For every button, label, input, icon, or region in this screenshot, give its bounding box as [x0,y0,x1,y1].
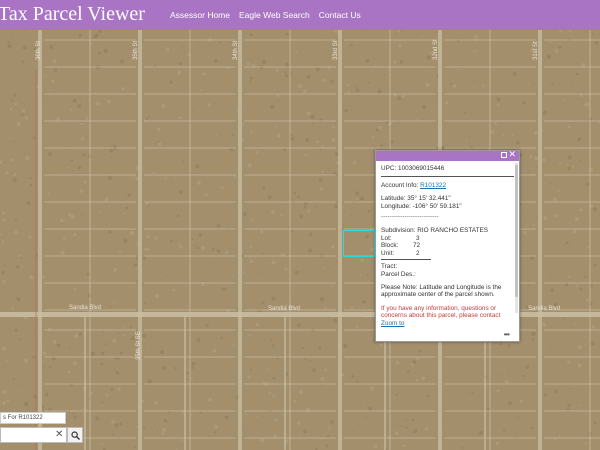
block-label: Block: [381,242,399,250]
nav-contact-us[interactable]: Contact Us [319,10,361,20]
account-link[interactable]: R101322 [420,182,446,189]
nav-eagle-web-search[interactable]: Eagle Web Search [239,10,310,20]
road-label-street: 31st St [533,41,539,60]
road-label-sandia-blvd: Sandia Blvd [528,306,561,312]
app-title: Tax Parcel Viewer [0,3,145,25]
upc-text: UPC: 1003069015446 [381,165,445,172]
account-info: Account Info: R101322 [381,182,514,190]
nav-assessor-home[interactable]: Assessor Home [170,10,230,20]
note-text: Please Note: Latitude and Longitude is t… [381,283,502,299]
scrollbar-thumb[interactable] [515,165,518,297]
road-label-sandia-blvd: Sandia Blvd [268,306,301,312]
search-button[interactable] [67,427,83,443]
popup-scrollbar[interactable] [515,163,518,313]
unit-value: 2 [416,249,420,257]
selected-parcel-outline[interactable] [343,230,375,257]
parcel-des-text: Parcel Des.: [381,270,416,278]
road-label-street: 35th St [133,40,139,60]
popup-content: UPC: 1003069015446 Account Info: R101322… [376,161,519,328]
lot-value: 3 [416,234,420,242]
subdivision-text: Subdivision: RIO RANCHO ESTATES [381,226,489,234]
road-label-street: 34th St [233,40,239,60]
block-value: 72 [413,242,421,250]
unit-row: Unit: 2 [381,250,514,258]
road-label-street: 35th St SE [136,331,142,360]
search-icon [71,431,80,440]
divider [381,259,431,261]
popup-titlebar: ✕ [376,151,519,161]
search-result-item[interactable]: s For R101322 [0,412,66,424]
contact-text: If you have any information, questions o… [381,304,501,320]
tract-text: Tract: [381,263,398,271]
road-label-street: 36th St [36,40,42,60]
account-label: Account Info: [381,181,419,189]
clear-icon[interactable]: ✕ [55,429,63,440]
road-label-sandia-blvd: Sandia Blvd [69,305,102,311]
unit-label: Unit: [381,249,395,257]
latitude-text: Latitude: 35° 15' 32.441" [381,195,451,203]
maximize-icon[interactable] [501,152,507,158]
divider [381,175,514,177]
road-label-street: 33rd St [333,40,339,60]
top-nav: Assessor Home Eagle Web Search Contact U… [170,10,370,20]
lot-label: Lot: [381,234,392,242]
zoom-to-link[interactable]: Zoom to [381,320,404,327]
road-label-street: 32nd St [433,39,439,60]
close-icon[interactable]: ✕ [508,151,516,160]
dash-divider: --------------------------- [381,213,439,221]
more-options-icon[interactable]: ••• [504,330,510,339]
block-row: Block: 72 [381,242,514,250]
parcel-popup: ✕ UPC: 1003069015446 Account Info: R1013… [375,150,520,342]
longitude-text: Longitude: -106° 50' 59.181" [381,202,462,210]
search-input[interactable]: ✕ [0,427,67,443]
lot-row: Lot: 3 [381,235,514,243]
app-header: Tax Parcel Viewer Assessor Home Eagle We… [0,0,600,30]
